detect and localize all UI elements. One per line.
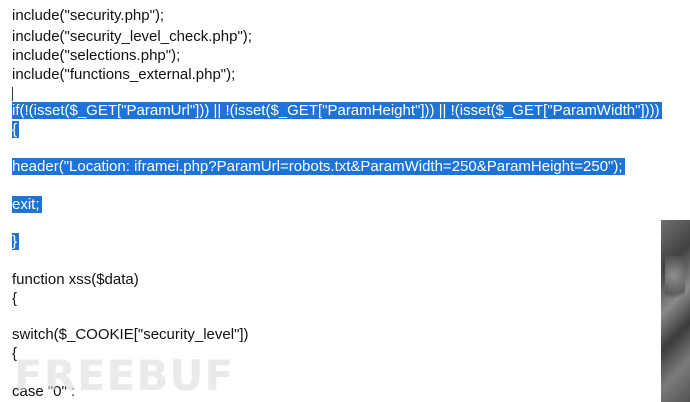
selected-text[interactable]: } [12, 233, 20, 250]
selected-text[interactable]: if(!(isset($_GET["ParamUrl"])) || !(isse… [12, 102, 662, 119]
selected-text[interactable]: exit; [12, 196, 42, 213]
background-photo-strip [661, 220, 690, 402]
code-line: include("functions_external.php"); [12, 66, 236, 83]
selected-text[interactable]: header("Location: iframei.php?ParamUrl=r… [12, 158, 625, 175]
code-line-selected[interactable]: header("Location: iframei.php?ParamUrl=r… [12, 157, 625, 177]
code-view[interactable]: include("security.php"); include("securi… [0, 0, 690, 402]
code-line: include("security_level_check.php"); [12, 28, 252, 45]
code-line: include("security.php"); [12, 7, 165, 24]
code-line: function xss($data) [12, 271, 139, 288]
code-line-selected[interactable]: { [12, 120, 20, 140]
code-line-selected[interactable]: exit; [12, 195, 42, 215]
code-line-selected[interactable]: } [12, 232, 20, 252]
code-line-selected[interactable]: if(!(isset($_GET["ParamUrl"])) || !(isse… [12, 101, 662, 121]
selected-text[interactable]: { [12, 121, 20, 138]
code-line: switch($_COOKIE["security_level"]) [12, 326, 249, 343]
watermark: FREEBUF [14, 352, 234, 400]
code-line: { [12, 290, 18, 307]
watermark-text: FREEBUF [14, 351, 235, 400]
text-cursor [12, 87, 13, 101]
code-line: include("selections.php"); [12, 47, 181, 64]
